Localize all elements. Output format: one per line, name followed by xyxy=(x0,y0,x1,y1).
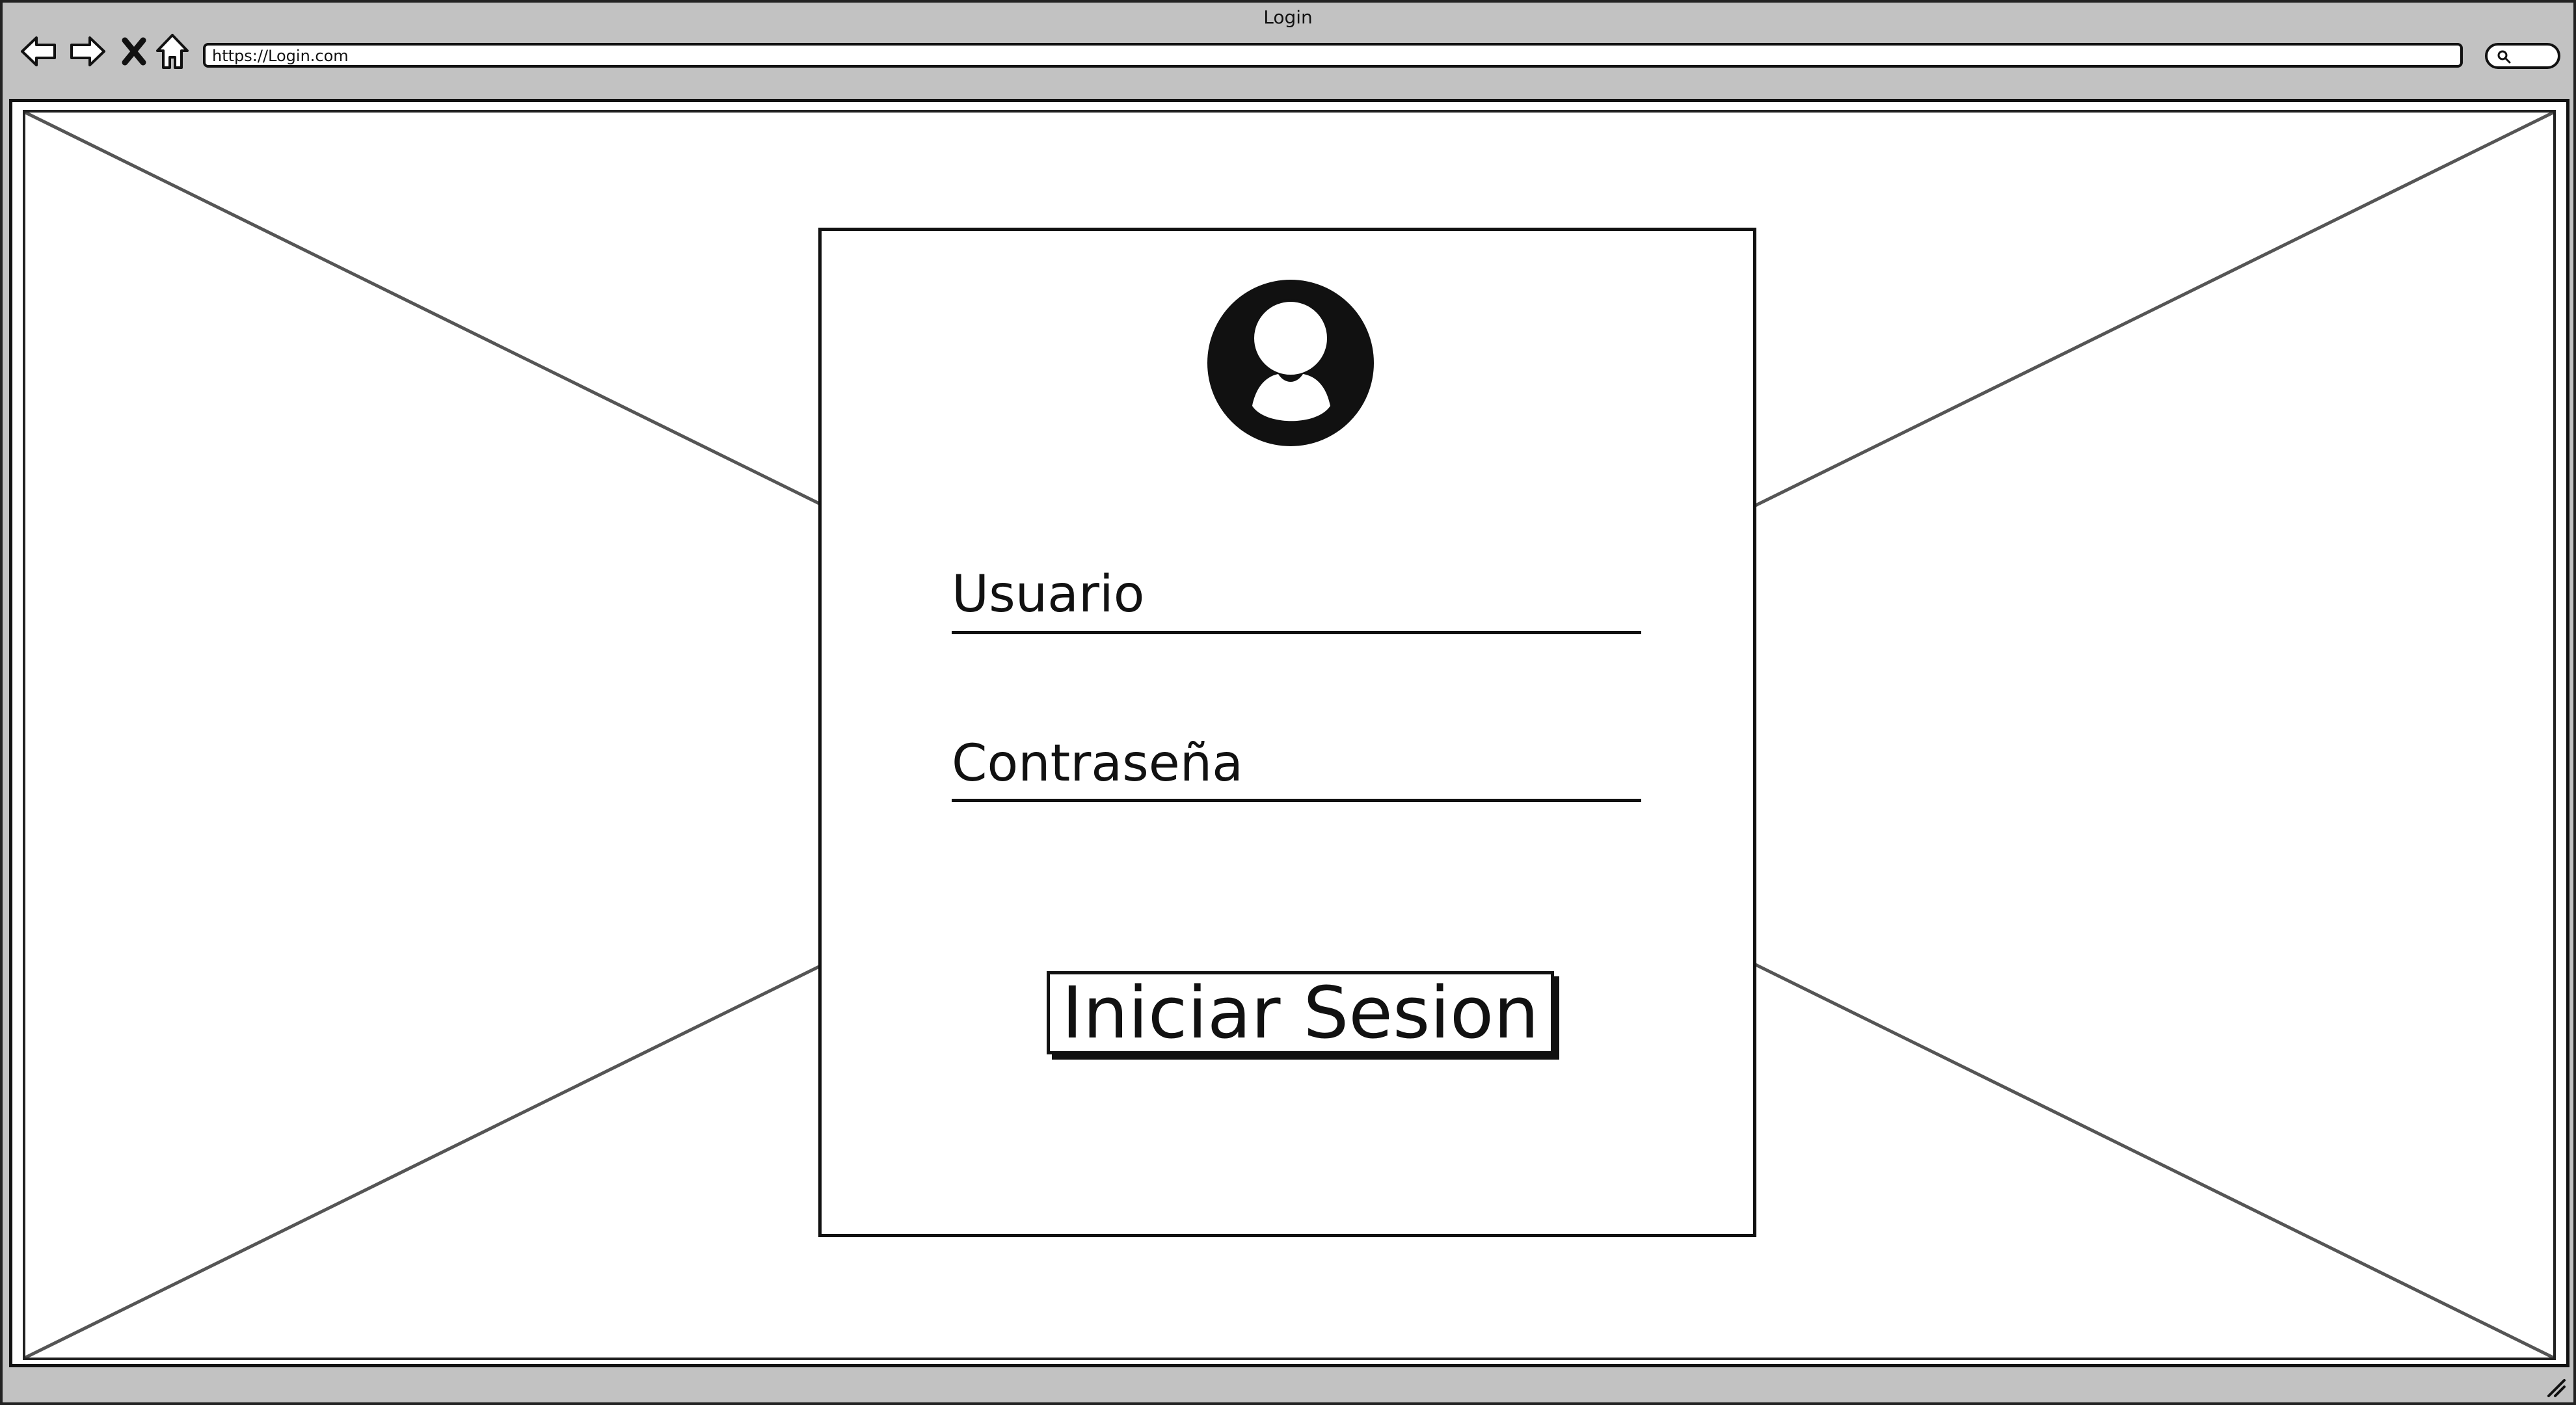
password-input[interactable] xyxy=(952,799,1641,802)
address-url: https://Login.com xyxy=(212,47,349,65)
back-icon[interactable] xyxy=(18,31,59,72)
username-label: Usuario xyxy=(952,565,1145,624)
user-avatar-icon xyxy=(1207,280,1374,446)
password-label: Contraseña xyxy=(952,734,1243,793)
address-bar[interactable]: https://Login.com xyxy=(203,43,2463,68)
window-title: Login xyxy=(1263,7,1313,28)
login-button[interactable]: Iniciar Sesion xyxy=(1047,971,1554,1054)
search-button[interactable] xyxy=(2485,43,2560,69)
username-input[interactable] xyxy=(952,631,1641,634)
home-icon[interactable] xyxy=(152,31,193,72)
search-icon xyxy=(2497,50,2511,64)
resize-grip-icon[interactable] xyxy=(2543,1375,2567,1398)
stop-icon[interactable] xyxy=(117,31,151,72)
forward-icon[interactable] xyxy=(68,31,108,72)
login-card: Usuario Contraseña Iniciar Sesion xyxy=(818,228,1756,1237)
status-bar xyxy=(3,1369,2573,1402)
